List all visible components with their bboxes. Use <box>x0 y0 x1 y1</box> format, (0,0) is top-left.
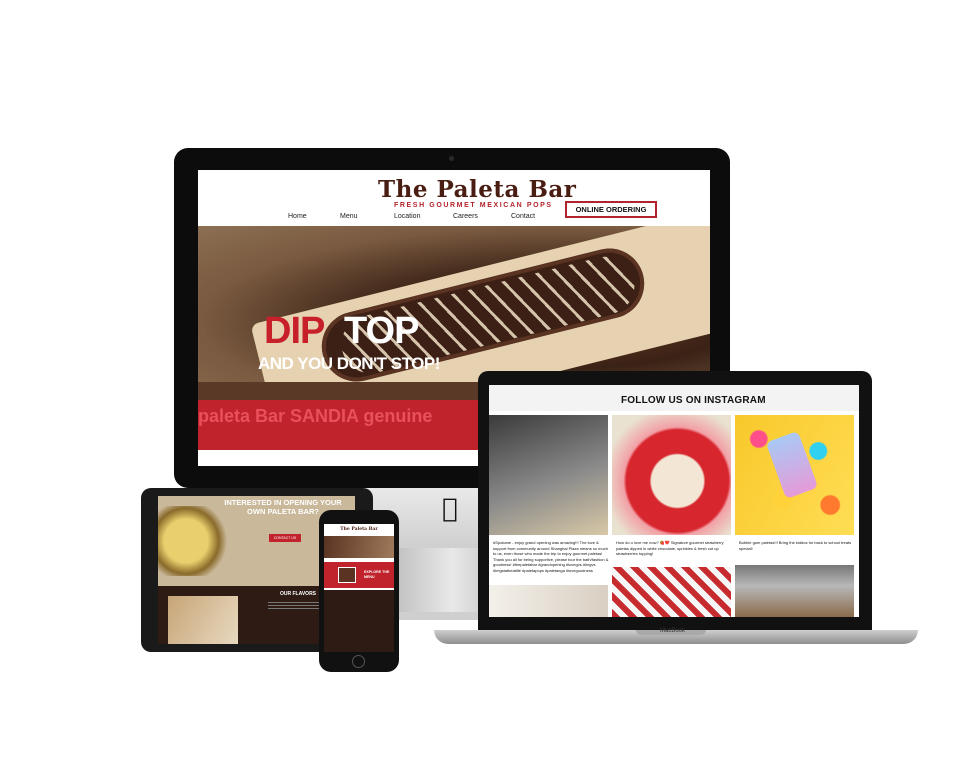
instagram-post-6[interactable] <box>735 565 854 617</box>
brand-logo[interactable]: The Paleta Bar <box>378 176 576 203</box>
nav-menu[interactable]: Menu <box>340 213 358 220</box>
hero-dip-text: DIP <box>264 310 325 352</box>
brand-tagline: FRESH GOURMET MEXICAN POPS <box>394 202 553 209</box>
hero-tagline: AND YOU DON'T STOP! <box>258 354 440 373</box>
phone-screen: The Paleta Bar EXPLORE THE MENU <box>324 524 394 652</box>
instagram-title: FOLLOW US ON INSTAGRAM <box>621 395 766 406</box>
phone-hero <box>324 536 394 558</box>
instagram-post-5[interactable] <box>612 567 731 617</box>
tablet-contact-button[interactable]: CONTACT US <box>269 534 301 542</box>
phone-explore-menu[interactable]: EXPLORE THE MENU <box>364 570 394 579</box>
nav-location[interactable]: Location <box>394 213 420 220</box>
imac-camera <box>449 156 454 161</box>
nav-contact[interactable]: Contact <box>511 213 535 220</box>
phone-home-button[interactable] <box>352 655 365 668</box>
instagram-post-4[interactable] <box>489 585 608 617</box>
instagram-post-1[interactable] <box>489 415 608 535</box>
tablet-pops-image <box>168 596 238 644</box>
phone-brand-logo[interactable]: The Paleta Bar <box>324 527 394 532</box>
nav-home[interactable]: Home <box>288 213 307 220</box>
macbook-label: MacBook <box>660 628 686 634</box>
online-ordering-button[interactable]: ONLINE ORDERING <box>565 201 657 218</box>
instagram-post-3[interactable] <box>735 415 854 535</box>
phone-content <box>324 590 394 652</box>
hero-top-text: TOP <box>344 310 419 352</box>
tablet-bananas-image <box>158 506 228 576</box>
macbook-screen: FOLLOW US ON INSTAGRAM #Spokane - enjoy … <box>489 385 859 617</box>
phone-menu-thumb <box>338 567 356 583</box>
site-header: The Paleta Bar FRESH GOURMET MEXICAN POP… <box>198 170 710 226</box>
instagram-caption-3: Bubble gum paletas!!! Bring the kiddos f… <box>739 540 852 551</box>
nav-careers[interactable]: Careers <box>453 213 478 220</box>
instagram-post-2[interactable] <box>612 415 731 535</box>
paleta-pop <box>765 430 819 500</box>
instagram-caption-1: #Spokane - enjoy grand opening was amazi… <box>493 540 609 573</box>
tablet-flavors-title: OUR FLAVORS <box>280 591 317 597</box>
apple-logo-icon:  <box>442 494 458 524</box>
instagram-caption-2: How do u love me now? 🍓❤️ Signature gour… <box>616 540 724 556</box>
